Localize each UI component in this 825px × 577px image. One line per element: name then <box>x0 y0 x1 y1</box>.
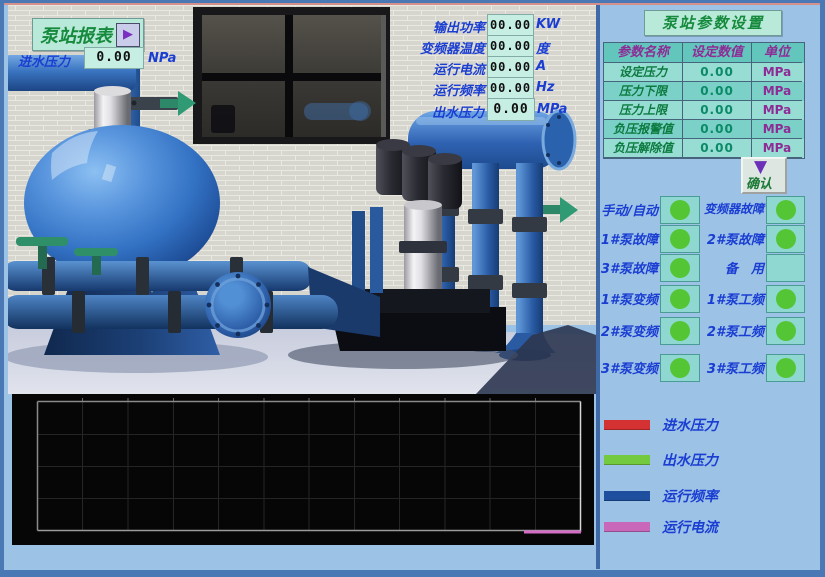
table-row: 负压报警值 0.00 MPa <box>604 120 804 139</box>
status-label-pump3-grid: 3#泵工频 <box>694 358 764 377</box>
status-label-pump2-fault: 2#泵故障 <box>694 229 764 248</box>
status-lamp-pump1-grid <box>766 285 805 313</box>
trend-chart <box>12 394 594 545</box>
play-icon: ▶ <box>116 23 140 47</box>
param-name: 负压解除值 <box>604 139 683 158</box>
pump-station-hmi: 泵站报表 ▶ 进水压力 0.00 NPa 输出功率 00.00 KW 变频器温度… <box>0 0 825 577</box>
inlet-pressure-unit: NPa <box>148 51 176 66</box>
run-freq-label: 运行频率 <box>390 80 485 99</box>
status-lamp-vfd-fault <box>766 196 805 224</box>
inlet-pressure-value: 0.00 <box>84 47 144 69</box>
status-label-pump2-vfd: 2#泵变频 <box>594 321 658 340</box>
param-value-field[interactable]: 0.00 <box>683 101 752 120</box>
param-name: 设定压力 <box>604 63 683 82</box>
status-label-manual-auto: 手动/自动 <box>594 200 658 219</box>
settings-panel-title: 泵站参数设置 <box>644 10 782 36</box>
lamp-icon <box>670 258 690 278</box>
vfd-temp-unit: 度 <box>536 38 549 57</box>
status-label-pump1-grid: 1#泵工频 <box>694 289 764 308</box>
status-label-pump1-vfd: 1#泵变频 <box>594 289 658 308</box>
outlet-pressure-label: 出水压力 <box>424 102 484 121</box>
param-value-field[interactable]: 0.00 <box>683 139 752 158</box>
col-unit: 单位 <box>752 43 802 63</box>
param-unit: MPa <box>752 63 802 82</box>
trend-chart-plot <box>12 394 594 545</box>
status-label-pump3-vfd: 3#泵变频 <box>594 358 658 377</box>
window <box>193 7 390 144</box>
param-value-field[interactable]: 0.00 <box>683 120 752 139</box>
lamp-icon <box>670 289 690 309</box>
param-value-field[interactable]: 0.00 <box>683 63 752 82</box>
status-lamp-pump2-fault <box>766 225 805 253</box>
status-label-pump2-grid: 2#泵工频 <box>694 321 764 340</box>
legend-swatch-outlet <box>604 455 650 465</box>
status-lamp-pump2-grid <box>766 317 805 345</box>
param-name: 负压报警值 <box>604 120 683 139</box>
green-valve-icon <box>74 248 118 256</box>
confirm-button[interactable]: ▼ 确认 <box>741 157 787 194</box>
param-unit: MPa <box>752 101 802 120</box>
status-label-spare: 备 用 <box>694 258 764 277</box>
col-param-name: 参数名称 <box>604 43 683 63</box>
lamp-icon <box>776 321 796 341</box>
status-label-pump1-fault: 1#泵故障 <box>594 229 658 248</box>
legend-swatch-frequency <box>604 491 650 501</box>
vfd-temp-value: 00.00 <box>487 35 534 57</box>
confirm-button-label: 确认 <box>746 173 772 192</box>
legend-label-current: 运行电流 <box>662 517 718 537</box>
run-current-unit: A <box>536 59 546 74</box>
param-unit: MPa <box>752 120 802 139</box>
param-unit: MPa <box>752 139 802 158</box>
param-unit: MPa <box>752 82 802 101</box>
legend-label-inlet: 进水压力 <box>662 415 718 435</box>
output-power-value: 00.00 <box>487 14 534 36</box>
run-freq-value: 00.00 <box>487 77 534 99</box>
lamp-icon <box>776 358 796 378</box>
lamp-icon <box>670 321 690 341</box>
lamp-icon <box>776 229 796 249</box>
run-freq-unit: Hz <box>536 80 554 95</box>
col-set-value: 设定数值 <box>683 43 752 63</box>
vfd-temp-label: 变频器温度 <box>390 38 485 57</box>
status-label-pump3-fault: 3#泵故障 <box>594 258 658 277</box>
table-row: 压力下限 0.00 MPa <box>604 82 804 101</box>
run-current-value: 00.00 <box>487 56 534 78</box>
output-power-label: 输出功率 <box>390 17 485 36</box>
lamp-icon <box>776 200 796 220</box>
report-button-label: 泵站报表 <box>36 22 116 48</box>
top-accent-line <box>4 3 820 5</box>
parameter-table: 参数名称 设定数值 单位 设定压力 0.00 MPa 压力下限 0.00 MPa… <box>603 42 805 159</box>
table-row: 压力上限 0.00 MPa <box>604 101 804 120</box>
outlet-pressure-value: 0.00 <box>487 98 535 121</box>
status-lamp-pump3-grid <box>766 354 805 382</box>
legend-label-frequency: 运行频率 <box>662 486 718 506</box>
lamp-icon <box>670 200 690 220</box>
lamp-icon <box>670 358 690 378</box>
lamp-icon <box>670 229 690 249</box>
panel-divider <box>596 5 600 569</box>
table-row: 负压解除值 0.00 MPa <box>604 139 804 158</box>
output-power-unit: KW <box>536 17 560 32</box>
legend-swatch-current <box>604 522 650 532</box>
lamp-icon <box>776 289 796 309</box>
green-valve-icon <box>16 237 68 246</box>
status-lamp-spare <box>766 254 805 282</box>
param-name: 压力上限 <box>604 101 683 120</box>
param-value-field[interactable]: 0.00 <box>683 82 752 101</box>
param-name: 压力下限 <box>604 82 683 101</box>
inlet-pressure-label: 进水压力 <box>18 51 70 70</box>
table-row: 设定压力 0.00 MPa <box>604 63 804 82</box>
outlet-pressure-unit: MPa <box>537 102 567 117</box>
legend-swatch-inlet <box>604 420 650 430</box>
legend-label-outlet: 出水压力 <box>662 450 718 470</box>
table-header-row: 参数名称 设定数值 单位 <box>604 43 804 63</box>
run-current-label: 运行电流 <box>390 59 485 78</box>
status-label-vfd-fault: 变频器故障 <box>694 200 764 217</box>
